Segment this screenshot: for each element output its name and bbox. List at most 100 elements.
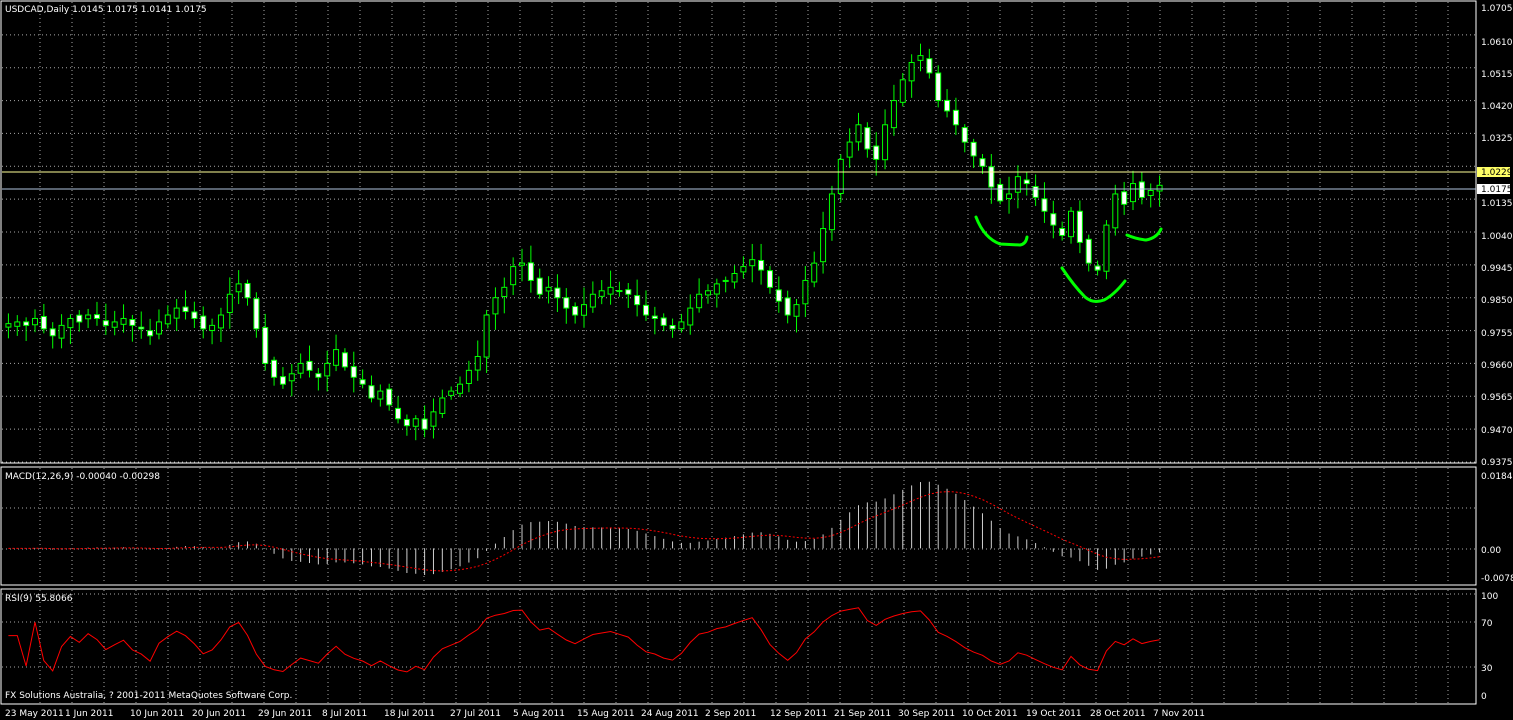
candle-body [740,266,747,273]
rsi-axis: 100 70 30 0 [1481,592,1498,702]
level-price-label: 1.0229 [1481,168,1513,178]
candle-body [678,321,685,330]
candle-body [961,127,968,143]
candle-body [297,362,304,374]
candle-body [917,55,924,61]
candle-body [1121,191,1128,205]
candle-body [563,297,570,309]
candle-body [607,286,614,295]
rsi-label: 100 [1481,592,1498,602]
candle-body [483,314,490,358]
candle-body [58,324,65,339]
candle-body [970,141,977,157]
candle-body [23,321,30,326]
macd-panel[interactable] [0,466,1477,586]
candle-body [749,259,756,267]
candle-body [1050,213,1057,226]
candle-body [111,321,118,328]
macd-title: MACD(12,26,9) -0.00040 -0.00298 [5,472,160,482]
candle-body [1103,224,1110,272]
candle-body [1068,210,1075,238]
date-label: 2 Sep 2011 [705,709,756,719]
date-label: 27 Jul 2011 [450,709,501,719]
candle-body [412,418,419,427]
date-label: 10 Jun 2011 [130,709,184,719]
date-label: 12 Sep 2011 [770,709,827,719]
candle-body [1059,227,1066,236]
candle-body [5,323,12,328]
candle-body [1138,181,1145,198]
candle-body [855,124,862,143]
candle-body [191,311,198,319]
candle-body [722,279,729,282]
left-shoulder-annotation [974,215,1029,247]
date-label: 24 Aug 2011 [641,709,699,719]
candle-body [784,297,791,316]
candle-body [519,262,526,266]
candle-body [979,158,986,167]
candle-body [350,366,357,378]
head-annotation [1060,266,1127,303]
candle-body [926,58,933,74]
rsi-label: 30 [1481,664,1493,674]
candle-body [129,319,136,326]
candle-body [235,283,242,293]
candle-body [581,304,587,316]
candle-body [510,266,517,286]
date-label: 23 May 2011 [5,709,64,719]
candle-body [988,166,995,188]
candle-body [642,304,649,316]
copyright-text: FX Solutions Australia, ? 2001-2011 Meta… [5,691,292,701]
candle-body [598,290,605,297]
candle-body [359,379,366,385]
candle-body [377,390,384,400]
candle-body [1014,176,1021,193]
candle-body [997,183,1004,202]
candle-body [908,62,915,82]
candle-body [1112,193,1119,229]
rsi-panel[interactable] [0,588,1477,705]
candle-body [164,314,171,325]
candle-body [952,109,959,126]
candle-body [492,297,499,315]
candle-body [554,287,561,299]
price-label: 0.9470 [1481,426,1513,436]
candle-body [306,360,313,371]
candle-body [288,373,295,382]
date-label: 8 Jul 2011 [322,709,367,719]
price-label: 1.0325 [1481,134,1513,144]
price-label: 0.9850 [1481,296,1513,306]
rsi-label: 0 [1481,692,1487,702]
candle-body [1130,183,1137,203]
candle-body [501,286,508,297]
candle-body [439,397,446,414]
candle-body [85,314,92,320]
candle-body [1076,210,1083,243]
candle-body [147,330,154,337]
date-label: 28 Oct 2011 [1090,709,1146,719]
candle-body [625,289,632,295]
candle-body [793,304,800,317]
candle-body [864,127,871,150]
candle-body [545,286,552,292]
macd-axis: 0.01847 0.00 -0.00781 [1481,472,1513,584]
candle-body [837,158,844,194]
candle-body [341,352,348,368]
candle-body [873,145,880,160]
macd-label: -0.00781 [1481,574,1513,584]
price-label: 1.0420 [1481,102,1513,112]
date-label: 1 Jun 2011 [65,709,113,719]
candle-body [457,383,464,394]
candle-body [828,193,835,231]
candle-body [333,349,340,366]
price-chart[interactable]: USDCAD,Daily 1.0145 1.0175 1.0141 1.0175… [0,0,1513,720]
candle-body [731,273,738,283]
price-label: 0.9660 [1481,361,1513,371]
macd-histogram [16,481,1161,576]
candle-body [102,320,109,326]
candle-body [226,293,233,314]
candle-body [696,293,703,309]
candle-body [527,262,534,281]
candle-body [616,290,623,293]
rsi-label: 70 [1481,619,1493,629]
